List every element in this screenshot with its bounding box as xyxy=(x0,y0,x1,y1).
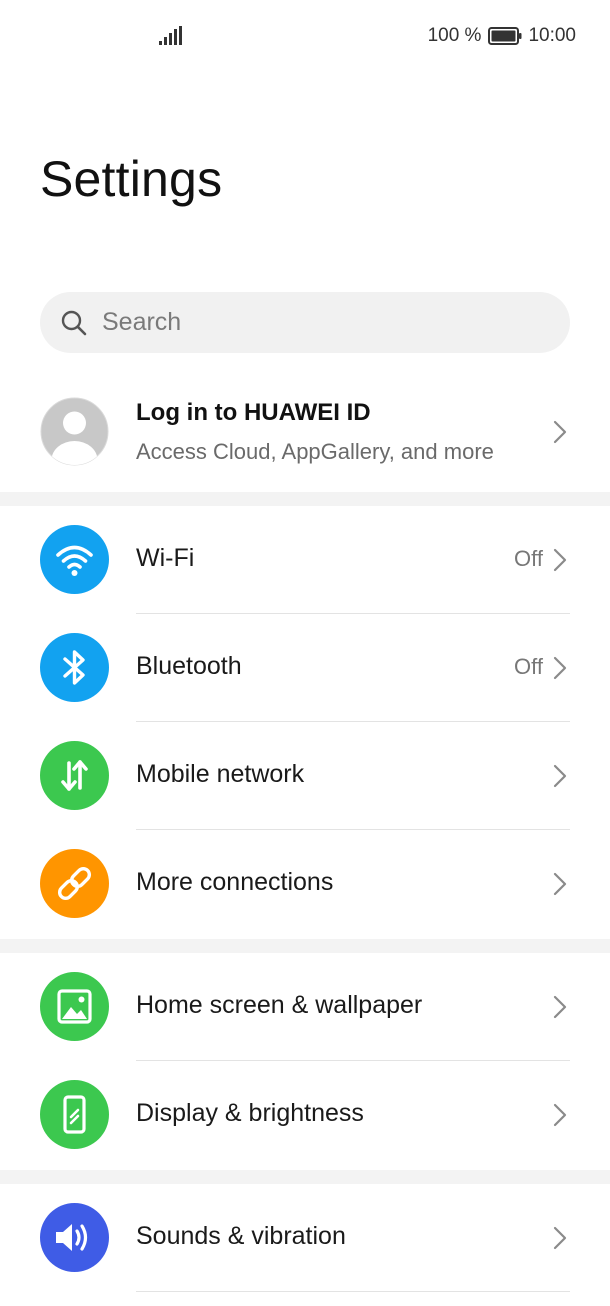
settings-item-bluetooth[interactable]: Bluetooth Off xyxy=(0,614,610,722)
status-bar: 100 % 10:00 xyxy=(0,0,610,72)
signal-icon xyxy=(159,26,182,45)
settings-item-home-screen-wallpaper[interactable]: Home screen & wallpaper xyxy=(0,953,610,1061)
account-title: Log in to HUAWEI ID xyxy=(136,399,371,426)
item-label: Wi-Fi xyxy=(136,544,195,572)
chevron-right-icon xyxy=(553,420,567,444)
row-divider xyxy=(136,1291,570,1292)
mobile-data-icon xyxy=(40,741,109,810)
chevron-right-icon xyxy=(553,764,567,788)
chevron-right-icon xyxy=(553,1103,567,1127)
huawei-id-login-row[interactable]: Log in to HUAWEI ID Access Cloud, AppGal… xyxy=(0,380,610,482)
settings-item-wifi[interactable]: Wi-Fi Off xyxy=(0,506,610,614)
item-label: Display & brightness xyxy=(136,1099,364,1127)
image-icon xyxy=(40,972,109,1041)
settings-item-sounds-vibration[interactable]: Sounds & vibration xyxy=(0,1184,610,1292)
settings-item-more-connections[interactable]: More connections xyxy=(0,830,610,938)
link-icon xyxy=(40,849,109,918)
wifi-icon xyxy=(40,525,109,594)
item-label: Mobile network xyxy=(136,760,305,788)
battery-percent: 100 % xyxy=(427,25,482,46)
battery-icon xyxy=(488,27,522,45)
search-placeholder: Search xyxy=(102,308,182,336)
item-label: More connections xyxy=(136,868,334,896)
clock: 10:00 xyxy=(528,25,576,46)
status-right: 100 % 10:00 xyxy=(428,24,576,48)
section-divider xyxy=(0,492,610,506)
bluetooth-status: Off xyxy=(514,654,543,679)
bluetooth-icon xyxy=(40,633,109,702)
chevron-right-icon xyxy=(553,548,567,572)
settings-item-display-brightness[interactable]: Display & brightness xyxy=(0,1061,610,1169)
search-input[interactable]: Search xyxy=(40,292,570,353)
settings-item-mobile-network[interactable]: Mobile network xyxy=(0,722,610,830)
wifi-status: Off xyxy=(514,546,543,571)
speaker-icon xyxy=(40,1203,109,1272)
account-subtitle: Access Cloud, AppGallery, and more xyxy=(136,439,494,464)
page-title: Settings xyxy=(40,151,223,207)
item-label: Bluetooth xyxy=(136,652,242,680)
search-icon xyxy=(61,310,87,335)
display-brightness-icon xyxy=(40,1080,109,1149)
section-divider xyxy=(0,939,610,953)
item-label: Home screen & wallpaper xyxy=(136,991,423,1019)
chevron-right-icon xyxy=(553,872,567,896)
chevron-right-icon xyxy=(553,656,567,680)
item-label: Sounds & vibration xyxy=(136,1222,346,1250)
avatar xyxy=(40,397,109,466)
chevron-right-icon xyxy=(553,1226,567,1250)
section-divider xyxy=(0,1170,610,1184)
chevron-right-icon xyxy=(553,995,567,1019)
